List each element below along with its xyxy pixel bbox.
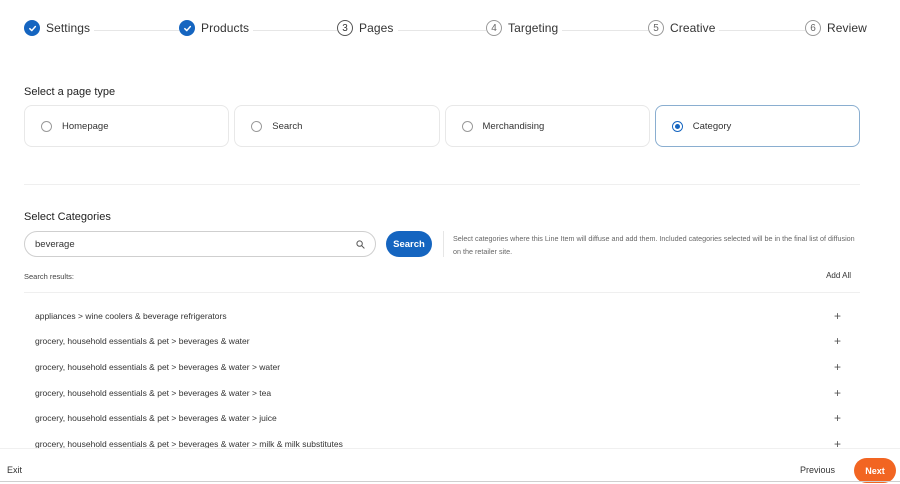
step-pages[interactable]: 3 Pages: [337, 20, 398, 36]
footer-divider: [0, 481, 900, 482]
page-type-option-merchandising[interactable]: Merchandising: [444, 105, 650, 147]
category-path: grocery, household essentials & pet > be…: [35, 336, 250, 347]
check-icon: [24, 20, 40, 36]
step-number: 3: [337, 20, 353, 36]
add-icon[interactable]: +: [834, 387, 841, 399]
category-search-input[interactable]: [35, 238, 355, 250]
section-divider: [24, 184, 860, 185]
radio-button[interactable]: [461, 120, 473, 132]
results-divider: [24, 292, 860, 293]
step-label: Pages: [359, 21, 394, 35]
list-item[interactable]: grocery, household essentials & pet > be…: [24, 380, 860, 406]
add-icon[interactable]: +: [834, 335, 841, 347]
step-number: 6: [805, 20, 821, 36]
option-label: Category: [692, 120, 732, 132]
step-creative[interactable]: 5 Creative: [648, 20, 720, 36]
step-settings[interactable]: Settings: [24, 20, 95, 36]
step-number: 4: [486, 20, 502, 36]
step-targeting[interactable]: 4 Targeting: [486, 20, 563, 36]
radio-button[interactable]: [251, 120, 263, 132]
option-label: Homepage: [62, 120, 109, 132]
radio-button[interactable]: [41, 120, 52, 132]
step-label: Products: [201, 21, 250, 35]
category-path: grocery, household essentials & pet > be…: [35, 413, 277, 424]
radio-button[interactable]: [671, 120, 683, 132]
help-divider: [443, 231, 444, 257]
page-type-option-search[interactable]: Search: [234, 105, 440, 147]
step-label: Settings: [46, 21, 91, 35]
page-type-options: Homepage Search Merchandising Category: [24, 105, 860, 147]
category-path: grocery, household essentials & pet > be…: [35, 387, 272, 398]
page-type-option-homepage[interactable]: Homepage: [24, 105, 230, 147]
search-button[interactable]: Search: [386, 231, 432, 257]
footer-bar: Exit Previous Next: [0, 448, 900, 484]
add-all-button[interactable]: Add All: [826, 271, 851, 280]
help-text: Select categories where this Line Item w…: [453, 234, 855, 256]
next-button[interactable]: Next: [854, 458, 896, 483]
step-number: 5: [648, 20, 664, 36]
add-icon[interactable]: +: [834, 310, 841, 322]
add-icon[interactable]: +: [834, 412, 841, 424]
list-item[interactable]: grocery, household essentials & pet > be…: [24, 329, 860, 355]
search-results-list: appliances > wine coolers & beverage ref…: [24, 303, 860, 457]
add-icon[interactable]: +: [834, 361, 841, 373]
category-path: grocery, household essentials & pet > be…: [35, 361, 281, 372]
categories-title: Select Categories: [24, 211, 111, 223]
previous-button[interactable]: Previous: [800, 465, 835, 475]
page-type-option-category[interactable]: Category: [654, 105, 860, 147]
search-results-label: Search results:: [24, 272, 75, 281]
option-label: Search: [272, 120, 303, 132]
step-products[interactable]: Products: [179, 20, 254, 36]
list-item[interactable]: grocery, household essentials & pet > be…: [24, 354, 860, 380]
category-search-field[interactable]: [24, 231, 376, 257]
step-label: Targeting: [508, 21, 559, 35]
progress-stepper: Settings Products 3 Pages 4 Targeting 5 …: [24, 20, 871, 40]
exit-button[interactable]: Exit: [7, 465, 22, 475]
option-label: Merchandising: [482, 120, 545, 132]
page-type-title: Select a page type: [24, 86, 116, 98]
search-icon[interactable]: [355, 239, 365, 249]
step-review[interactable]: 6 Review: [805, 20, 871, 36]
step-label: Review: [827, 21, 867, 35]
list-item[interactable]: grocery, household essentials & pet > be…: [24, 405, 860, 431]
category-path: appliances > wine coolers & beverage ref…: [35, 310, 227, 321]
check-icon: [179, 20, 195, 36]
list-item[interactable]: appliances > wine coolers & beverage ref…: [24, 303, 860, 329]
step-label: Creative: [670, 21, 716, 35]
